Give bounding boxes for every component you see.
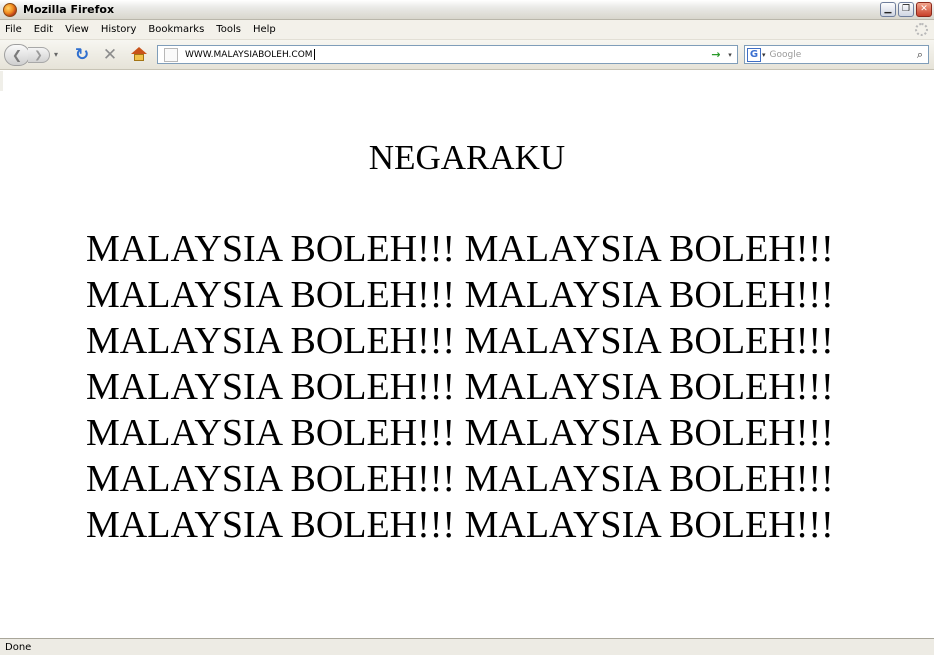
status-text: Done	[5, 641, 32, 653]
title-bar[interactable]: Mozilla Firefox ▁ ❐ ✕	[0, 0, 934, 20]
url-value: WWW.MALAYSIABOLEH.COM	[185, 50, 313, 60]
boleh-line: MALAYSIA BOLEH!!! MALAYSIA BOLEH!!!	[86, 366, 834, 408]
window-title: Mozilla Firefox	[23, 3, 115, 16]
firefox-logo-icon[interactable]	[3, 2, 17, 17]
go-icon: →	[711, 48, 721, 61]
navigation-toolbar: ❮ ❯ ▾ ↻ ✕ WWW.MALAYSIABOLEH.COM → ▾ G ▾ …	[0, 40, 934, 70]
search-input[interactable]	[769, 49, 912, 60]
menu-view[interactable]: View	[59, 24, 95, 35]
stop-icon: ✕	[102, 45, 118, 65]
restore-icon: ❐	[901, 4, 911, 14]
page-heading: NEGARAKU	[368, 138, 566, 177]
minimize-icon: ▁	[884, 4, 892, 14]
close-icon: ✕	[920, 4, 928, 14]
reload-button[interactable]: ↻	[72, 44, 92, 66]
boleh-line: MALAYSIA BOLEH!!! MALAYSIA BOLEH!!!	[86, 458, 834, 500]
url-dropdown-icon[interactable]: ▾	[723, 51, 737, 59]
boleh-line: MALAYSIA BOLEH!!! MALAYSIA BOLEH!!!	[86, 504, 834, 546]
search-engine-icon[interactable]: G	[747, 47, 761, 62]
forward-button[interactable]: ❯	[28, 47, 50, 63]
home-icon	[131, 47, 147, 54]
boleh-line: MALAYSIA BOLEH!!! MALAYSIA BOLEH!!!	[86, 320, 834, 362]
boleh-line: MALAYSIA BOLEH!!! MALAYSIA BOLEH!!!	[86, 274, 834, 316]
menu-tools[interactable]: Tools	[210, 24, 247, 35]
search-bar: G ▾ ⌕	[744, 45, 929, 64]
window-controls: ▁ ❐ ✕	[880, 2, 932, 17]
content-edge	[0, 71, 3, 91]
menu-file[interactable]: File	[0, 24, 28, 35]
stop-button[interactable]: ✕	[100, 44, 120, 66]
menu-edit[interactable]: Edit	[28, 24, 59, 35]
close-button[interactable]: ✕	[916, 2, 932, 17]
forward-icon: ❯	[34, 49, 43, 61]
search-engine-dropdown-icon[interactable]: ▾	[762, 51, 766, 59]
history-dropdown-icon[interactable]: ▾	[54, 50, 58, 59]
search-icon[interactable]: ⌕	[912, 48, 928, 62]
home-button[interactable]	[128, 44, 150, 66]
boleh-line: MALAYSIA BOLEH!!! MALAYSIA BOLEH!!!	[86, 412, 834, 454]
menu-bar: File Edit View History Bookmarks Tools H…	[0, 20, 934, 40]
menu-bookmarks[interactable]: Bookmarks	[142, 24, 210, 35]
boleh-text-block: MALAYSIA BOLEH!!! MALAYSIA BOLEH!!! MALA…	[86, 226, 866, 548]
text-caret	[313, 49, 315, 60]
menu-help[interactable]: Help	[247, 24, 282, 35]
boleh-line: MALAYSIA BOLEH!!! MALAYSIA BOLEH!!!	[86, 228, 834, 270]
url-input[interactable]: WWW.MALAYSIABOLEH.COM	[185, 49, 709, 60]
page-content: NEGARAKU MALAYSIA BOLEH!!! MALAYSIA BOLE…	[0, 71, 934, 638]
back-button[interactable]: ❮	[4, 44, 30, 66]
status-bar: Done	[0, 638, 934, 655]
reload-icon: ↻	[74, 45, 90, 65]
throbber-icon	[915, 23, 928, 36]
go-button[interactable]: →	[709, 48, 723, 61]
site-icon	[164, 47, 178, 62]
restore-button[interactable]: ❐	[898, 2, 914, 17]
address-bar[interactable]: WWW.MALAYSIABOLEH.COM → ▾	[157, 45, 738, 64]
minimize-button[interactable]: ▁	[880, 2, 896, 17]
back-forward-group: ❮ ❯ ▾	[4, 44, 64, 66]
menu-history[interactable]: History	[95, 24, 143, 35]
back-icon: ❮	[11, 48, 23, 62]
home-icon-body	[134, 54, 144, 61]
